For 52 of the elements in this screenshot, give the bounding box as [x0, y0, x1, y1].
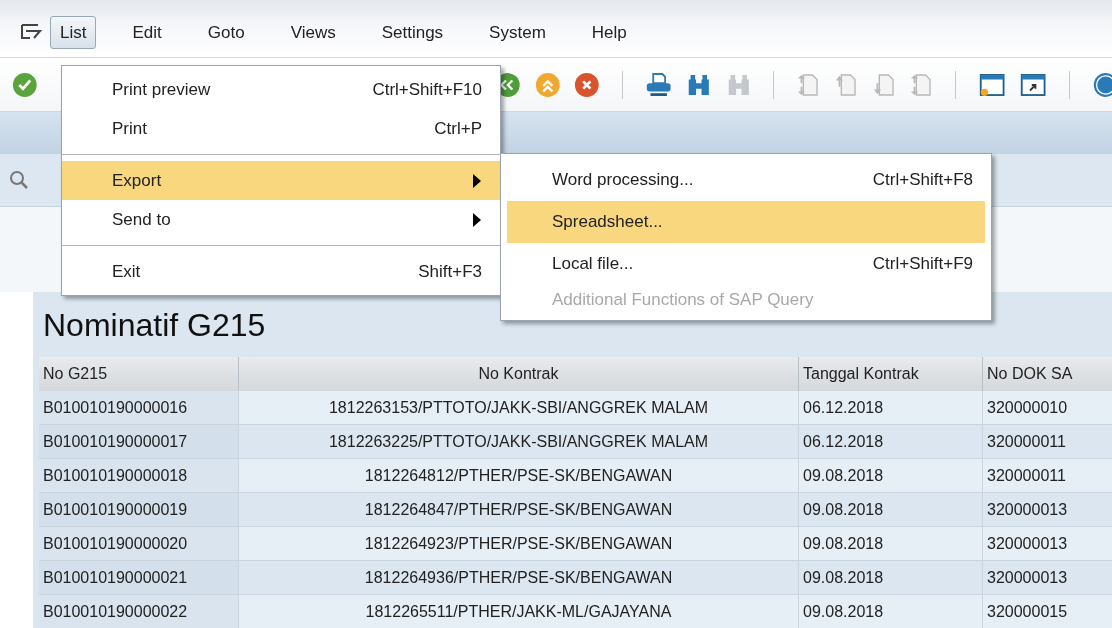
help-icon[interactable] — [1091, 70, 1112, 99]
menu-item[interactable]: System — [479, 15, 556, 49]
menu-option[interactable]: Local file... Ctrl+Shift+F9 — [507, 243, 985, 285]
menu-option[interactable]: Exit Shift+F3 — [62, 252, 500, 291]
table-cell: 320000011 — [983, 459, 1112, 493]
check-icon[interactable] — [12, 70, 38, 99]
table-cell: 09.08.2018 — [799, 561, 983, 595]
menu-item[interactable]: Settings — [371, 15, 454, 49]
table-cell: 1812263153/PTTOTO/JAKK-SBI/ANGGREK MALAM — [239, 391, 799, 425]
table-cell: B010010190000021 — [39, 561, 239, 595]
table-cell: 1812263225/PTTOTO/JAKK-SBI/ANGGREK MALAM — [239, 425, 799, 459]
column-header[interactable]: No Kontrak — [239, 357, 799, 391]
table-cell: 09.08.2018 — [799, 595, 983, 628]
printer-icon[interactable] — [644, 70, 673, 99]
menu-option[interactable]: Send to — [62, 200, 500, 239]
table-cell: 320000010 — [983, 391, 1112, 425]
table-cell: 320000015 — [983, 595, 1112, 628]
menu-option[interactable]: Print Ctrl+P — [62, 109, 500, 148]
menu-icon[interactable] — [20, 23, 42, 41]
menu-option[interactable]: Spreadsheet... — [507, 201, 985, 243]
table-cell: 1812264936/PTHER/PSE-SK/BENGAWAN — [239, 561, 799, 595]
table-cell: 1812264923/PTHER/PSE-SK/BENGAWAN — [239, 527, 799, 561]
table-cell: B010010190000017 — [39, 425, 239, 459]
table-cell: 09.08.2018 — [799, 527, 983, 561]
table-cell: B010010190000020 — [39, 527, 239, 561]
report-title: Nominatif G215 — [43, 305, 266, 345]
table-cell: 1812265511/PTHER/JAKK-ML/GAJAYANA — [239, 595, 799, 628]
submenu-arrow-icon — [472, 212, 482, 227]
menu-item[interactable]: List — [50, 15, 97, 49]
menu-item[interactable]: Help — [581, 15, 637, 49]
menu-item[interactable]: Views — [280, 15, 346, 49]
table-cell: 06.12.2018 — [799, 391, 983, 425]
magnifier-icon[interactable] — [8, 169, 30, 191]
menu-item[interactable]: Edit — [122, 15, 172, 49]
column-header[interactable]: Tanggal Kontrak — [799, 357, 983, 391]
column-header[interactable]: No G215 — [39, 357, 239, 391]
menu-option[interactable]: Word processing... Ctrl+Shift+F8 — [507, 159, 985, 201]
menu-option[interactable]: Export — [62, 161, 500, 200]
table-cell: B010010190000016 — [39, 391, 239, 425]
menu-item[interactable]: Goto — [197, 15, 255, 49]
table-cell: B010010190000019 — [39, 493, 239, 527]
table-cell: 09.08.2018 — [799, 493, 983, 527]
cancel-icon[interactable] — [574, 70, 600, 99]
submenu-arrow-icon — [472, 173, 482, 188]
table-cell: 1812264812/PTHER/PSE-SK/BENGAWAN — [239, 459, 799, 493]
table-cell: B010010190000018 — [39, 459, 239, 493]
menu-option[interactable]: Print preview Ctrl+Shift+F10 — [62, 70, 500, 109]
table-cell: 320000013 — [983, 527, 1112, 561]
table-cell: 06.12.2018 — [799, 425, 983, 459]
table-cell: 09.08.2018 — [799, 459, 983, 493]
table-cell: 1812264847/PTHER/PSE-SK/BENGAWAN — [239, 493, 799, 527]
column-header[interactable]: No DOK SA — [983, 357, 1112, 391]
